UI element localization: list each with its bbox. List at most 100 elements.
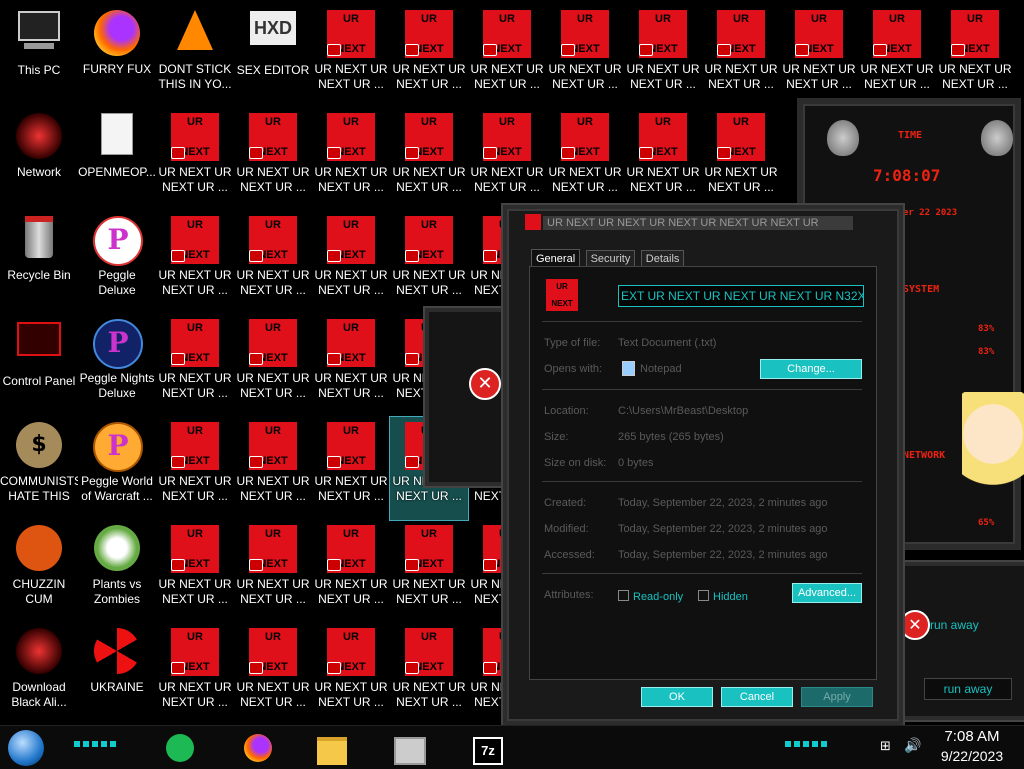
desktop-icon-label: UR NEXT UR NEXT UR ... [314, 680, 388, 709]
desktop-icon-peggle-deluxe[interactable]: P Peggle Deluxe [78, 211, 156, 314]
readonly-checkbox[interactable]: Read-only [618, 587, 683, 605]
desktop-icon-label: UR NEXT UR NEXT UR ... [626, 62, 700, 91]
change-button[interactable]: Change... [760, 359, 862, 379]
desktop-icon-ur-next[interactable]: URNEXT UR NEXT UR NEXT UR ... [468, 108, 546, 211]
shortcut-badge-icon [405, 662, 419, 674]
desktop-icon-ur-next[interactable]: URNEXT UR NEXT UR NEXT UR ... [234, 314, 312, 417]
desktop-icon-communists[interactable]: $ COMMUNISTS HATE THIS G... [0, 417, 78, 520]
notepad-icon [622, 361, 635, 376]
desktop-icon-ur-next[interactable]: URNEXT UR NEXT UR NEXT UR ... [234, 623, 312, 726]
desktop-icon-dont-stick[interactable]: DONT STICK THIS IN YO... [156, 5, 234, 108]
desktop-icon-label: UR NEXT UR NEXT UR ... [158, 577, 232, 606]
desktop-icon-ur-next[interactable]: URNEXT UR NEXT UR NEXT UR ... [702, 108, 780, 211]
ur-next-icon: URNEXT [639, 10, 687, 58]
desktop-icon-label: UR NEXT UR NEXT UR ... [236, 268, 310, 297]
ur-next-icon: URNEXT [171, 422, 219, 470]
shortcut-badge-icon [171, 559, 185, 571]
desktop-icon-ur-next[interactable]: URNEXT UR NEXT UR NEXT UR ... [780, 5, 858, 108]
readonly-check-box[interactable] [618, 590, 629, 601]
type-value: Text Document (.txt) [618, 337, 717, 349]
taskbar-file-explorer-icon[interactable] [314, 731, 350, 765]
desktop-icon-label: UR NEXT UR NEXT UR ... [158, 371, 232, 400]
desktop-icon-ur-next[interactable]: URNEXT UR NEXT UR NEXT UR ... [156, 623, 234, 726]
accessed-value: Today, September 22, 2023, 2 minutes ago [618, 549, 828, 561]
desktop-icon-ur-next[interactable]: URNEXT UR NEXT UR NEXT UR ... [624, 5, 702, 108]
desktop: This PC Network Recycle Bin Control Pane… [0, 0, 1024, 725]
desktop-icon-ur-next[interactable]: URNEXT UR NEXT UR NEXT UR ... [468, 5, 546, 108]
plants-vs-zombies-icon [93, 525, 141, 573]
desktop-icon-ur-next[interactable]: URNEXT UR NEXT UR NEXT UR ... [156, 314, 234, 417]
start-button[interactable] [8, 730, 44, 766]
desktop-icon-openmeop[interactable]: OPENMEOP... [78, 108, 156, 211]
filename-input[interactable]: EXT UR NEXT UR NEXT UR NEXT UR N32XT.txt [618, 285, 864, 307]
taskbar-decor-left [74, 741, 116, 747]
shortcut-badge-icon [249, 353, 263, 365]
desktop-icon-plants-vs-zombies[interactable]: Plants vs Zombies [78, 520, 156, 623]
desktop-icon-ur-next[interactable]: URNEXT UR NEXT UR NEXT UR ... [156, 520, 234, 623]
desktop-icon-ur-next[interactable]: URNEXT UR NEXT UR NEXT UR ... [312, 417, 390, 520]
taskbar-firefox-icon[interactable] [240, 731, 276, 765]
taskbar-clock[interactable]: 7:08 AM [936, 728, 1008, 745]
desktop-icon-network[interactable]: Network [0, 108, 78, 211]
cancel-button[interactable]: Cancel [721, 687, 793, 707]
desktop-icon-ur-next[interactable]: URNEXT UR NEXT UR NEXT UR ... [390, 5, 468, 108]
desktop-icon-download-black-alien[interactable]: Download Black Ali... [0, 623, 78, 726]
desktop-icon-label: UR NEXT UR NEXT UR ... [236, 680, 310, 709]
desktop-icon-ur-next[interactable]: URNEXT UR NEXT UR NEXT UR ... [312, 314, 390, 417]
desktop-icon-ur-next[interactable]: URNEXT UR NEXT UR NEXT UR ... [390, 520, 468, 623]
desktop-icon-label: UR NEXT UR NEXT UR ... [314, 62, 388, 91]
ur-next-icon: URNEXT [327, 628, 375, 676]
desktop-icon-label: UR NEXT UR NEXT UR ... [392, 268, 466, 297]
desktop-icon-ur-next[interactable]: URNEXT UR NEXT UR NEXT UR ... [312, 5, 390, 108]
hidden-check-box[interactable] [698, 590, 709, 601]
desktop-icon-label: UR NEXT UR NEXT UR ... [236, 577, 310, 606]
desktop-icon-ur-next[interactable]: URNEXT UR NEXT UR NEXT UR ... [234, 108, 312, 211]
advanced-button[interactable]: Advanced... [792, 583, 862, 603]
taskbar-app-window-icon[interactable] [392, 731, 428, 765]
desktop-icon-ur-next[interactable]: URNEXT UR NEXT UR NEXT UR ... [858, 5, 936, 108]
desktop-icon-peggle-wow[interactable]: P Peggle World of Warcraft ... [78, 417, 156, 520]
desktop-icon-ur-next[interactable]: URNEXT UR NEXT UR NEXT UR ... [546, 108, 624, 211]
network-icon[interactable]: ⊞ [880, 738, 891, 754]
desktop-icon-ur-next[interactable]: URNEXT UR NEXT UR NEXT UR ... [936, 5, 1014, 108]
desktop-icon-peggle-nights[interactable]: P Peggle Nights Deluxe [78, 314, 156, 417]
desktop-icon-label: UR NEXT UR NEXT UR ... [392, 165, 466, 194]
taskbar-date[interactable]: 9/22/2023 [928, 748, 1016, 764]
desktop-icon-ur-next[interactable]: URNEXT UR NEXT UR NEXT UR ... [702, 5, 780, 108]
desktop-icon-ur-next[interactable]: URNEXT UR NEXT UR NEXT UR ... [312, 108, 390, 211]
shortcut-badge-icon [405, 44, 419, 56]
desktop-icon-chuzzin[interactable]: CHUZZIN CUM [0, 520, 78, 623]
desktop-icon-ur-next[interactable]: URNEXT UR NEXT UR NEXT UR ... [312, 520, 390, 623]
desktop-icon-ur-next[interactable]: URNEXT UR NEXT UR NEXT UR ... [156, 417, 234, 520]
desktop-icon-sex-editor[interactable]: HXD SEX EDITOR [234, 5, 312, 108]
shortcut-badge-icon [639, 44, 653, 56]
desktop-icon-ukraine[interactable]: UKRAINE [78, 623, 156, 726]
desktop-icon-ur-next[interactable]: URNEXT UR NEXT UR NEXT UR ... [312, 211, 390, 314]
desktop-icon-this-pc[interactable]: This PC [0, 5, 78, 108]
desktop-icon-ur-next[interactable]: URNEXT UR NEXT UR NEXT UR ... [156, 108, 234, 211]
hidden-checkbox[interactable]: Hidden [698, 587, 748, 605]
desktop-icon-ur-next[interactable]: URNEXT UR NEXT UR NEXT UR ... [624, 108, 702, 211]
taskbar-7zip-icon[interactable]: 7z [470, 731, 506, 765]
desktop-icon-recycle-bin[interactable]: Recycle Bin [0, 211, 78, 314]
volume-icon[interactable]: 🔊 [904, 737, 921, 754]
desktop-icon-ur-next[interactable]: URNEXT UR NEXT UR NEXT UR ... [312, 623, 390, 726]
ok-button[interactable]: OK [641, 687, 713, 707]
desktop-icon-furry-fux[interactable]: FURRY FUX [78, 5, 156, 108]
desktop-icon-ur-next[interactable]: URNEXT UR NEXT UR NEXT UR ... [390, 623, 468, 726]
desktop-icon-control-panel[interactable]: Control Panel [0, 314, 78, 417]
desktop-icon-ur-next[interactable]: URNEXT UR NEXT UR NEXT UR ... [234, 520, 312, 623]
taskbar-spotify-icon[interactable] [162, 731, 198, 765]
apply-button[interactable]: Apply [801, 687, 873, 707]
shortcut-badge-icon [327, 559, 341, 571]
ur-next-icon: URNEXT [405, 628, 453, 676]
desktop-icon-ur-next[interactable]: URNEXT UR NEXT UR NEXT UR ... [156, 211, 234, 314]
desktop-icon-ur-next[interactable]: URNEXT UR NEXT UR NEXT UR ... [234, 417, 312, 520]
modified-value: Today, September 22, 2023, 2 minutes ago [618, 523, 828, 535]
desktop-icon-ur-next[interactable]: URNEXT UR NEXT UR NEXT UR ... [546, 5, 624, 108]
desktop-icon-ur-next[interactable]: URNEXT UR NEXT UR NEXT UR ... [390, 211, 468, 314]
shortcut-badge-icon [951, 44, 965, 56]
run-away-button[interactable]: run away [924, 678, 1012, 700]
desktop-icon-ur-next[interactable]: URNEXT UR NEXT UR NEXT UR ... [390, 108, 468, 211]
desktop-icon-ur-next[interactable]: URNEXT UR NEXT UR NEXT UR ... [234, 211, 312, 314]
